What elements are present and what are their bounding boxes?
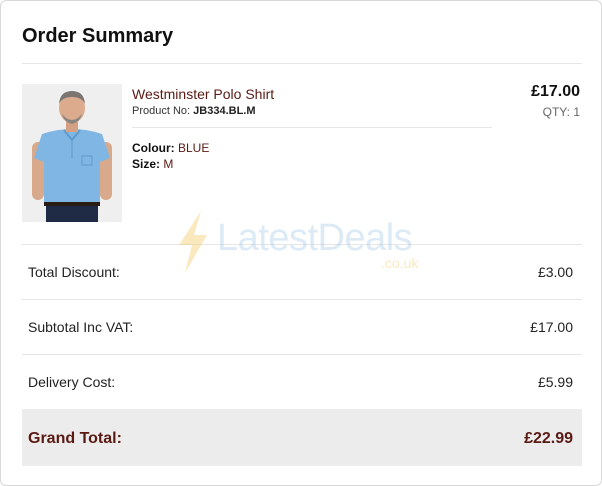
product-image[interactable]	[22, 84, 122, 222]
order-summary-title: Order Summary	[22, 25, 174, 47]
product-size: Size: M	[132, 157, 173, 171]
delivery-cost-row: Delivery Cost: £5.99	[22, 354, 582, 409]
product-colour: Colour: BLUE	[132, 141, 209, 155]
product-photo-illustration	[22, 84, 122, 222]
subtotal-value: £17.00	[530, 319, 573, 335]
colour-label: Colour:	[132, 141, 175, 155]
product-number: Product No: JB334.BL.M	[132, 105, 256, 117]
total-discount-label: Total Discount:	[28, 264, 120, 280]
delivery-cost-label: Delivery Cost:	[28, 374, 116, 390]
product-divider	[132, 127, 492, 128]
size-label: Size:	[132, 157, 161, 171]
total-discount-row: Total Discount: £3.00	[22, 244, 582, 299]
product-name-link[interactable]: Westminster Polo Shirt	[132, 86, 274, 102]
delivery-cost-value: £5.99	[537, 374, 573, 390]
divider	[22, 63, 582, 64]
grand-total-value: £22.99	[524, 430, 573, 447]
size-value: M	[163, 157, 174, 171]
subtotal-label: Subtotal Inc VAT:	[28, 319, 134, 335]
product-number-value: JB334.BL.M	[193, 105, 256, 117]
grand-total-label: Grand Total:	[28, 430, 122, 447]
product-number-label: Product No:	[132, 105, 191, 117]
subtotal-row: Subtotal Inc VAT: £17.00	[22, 299, 582, 354]
grand-total-row: Grand Total: £22.99	[22, 409, 582, 466]
order-summary-card: Order Summary Westminster Polo Shirt Pro…	[0, 0, 602, 486]
total-discount-value: £3.00	[537, 264, 573, 280]
colour-value: BLUE	[178, 141, 210, 155]
product-price: £17.00	[531, 83, 580, 100]
product-quantity: QTY: 1	[542, 105, 580, 119]
